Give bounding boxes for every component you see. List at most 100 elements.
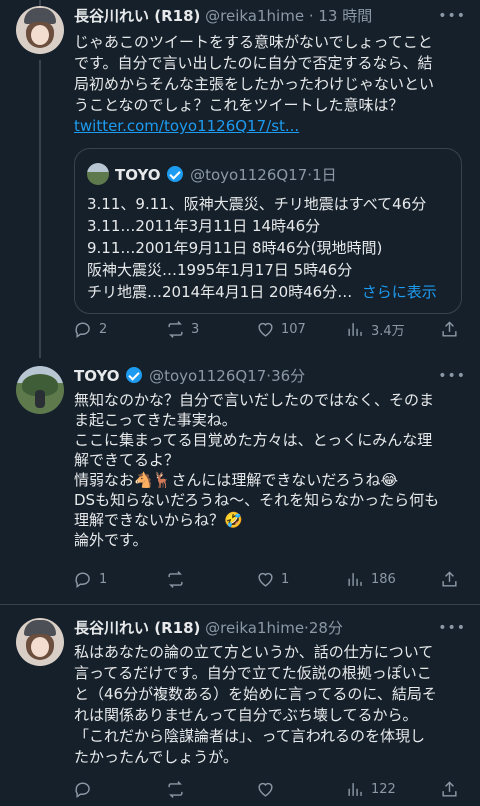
quoted-tweet-header: TOYO @toyo1126Q17·1日 <box>87 163 337 185</box>
tweet-3[interactable]: 長谷川れい (R18) @reika1hime·28分 ••• 私はあなたの論の… <box>0 618 480 806</box>
tweet-line: ま起こってきた事実ね。 <box>74 411 237 429</box>
view-count: 186 <box>371 571 396 587</box>
quoted-line: 9.11…2001年9月11日 8時46分(現地時間) <box>87 239 383 257</box>
tweet-line: ここに集まってる目覚めた方々は、とっくにみんな理 <box>74 431 433 449</box>
retweet-icon <box>168 570 183 588</box>
reply-count: 1 <box>99 571 108 587</box>
share-button[interactable] <box>440 318 459 340</box>
tweet-actions: 1 1 186 <box>74 568 468 590</box>
quoted-line: 3.11、9.11、阪神大震災、チリ地震はすべて46分 <box>87 195 427 213</box>
tweet-line: たかったんでしょうが。 <box>74 748 238 766</box>
quoted-line: 3.11…2011年3月11日 14時46分 <box>87 217 321 235</box>
tweet-1[interactable]: 長谷川れい (R18) @reika1hime · 13 時間 ••• じゃあこ… <box>0 6 480 358</box>
timestamp[interactable]: 36分 <box>271 367 305 385</box>
tweet-line: 情弱なお🐴🦌さんには理解できないだろうね😂 <box>74 471 398 489</box>
retweet-icon <box>168 780 183 798</box>
like-button[interactable]: 1 <box>256 568 289 590</box>
quoted-line: 阪神大震災…1995年1月17日 5時46分 <box>87 261 353 279</box>
tweet-header: 長谷川れい (R18) @reika1hime · 13 時間 <box>74 6 372 26</box>
views-button[interactable]: 3.4万 <box>346 318 405 340</box>
more-icon[interactable]: ••• <box>438 368 466 384</box>
timestamp[interactable]: 28分 <box>309 619 343 637</box>
reply-button[interactable] <box>74 778 99 800</box>
views-icon <box>348 322 362 336</box>
quoted-line-last: チリ地震…2014年4月1日 20時46分… さらに表示 <box>87 281 453 303</box>
more-icon[interactable]: ••• <box>438 620 466 636</box>
reply-icon <box>75 571 90 588</box>
tweet-link[interactable]: twitter.com/toyo1126Q17/st... <box>74 116 468 137</box>
reply-button[interactable]: 1 <box>74 568 107 590</box>
heart-icon <box>258 322 273 337</box>
reply-icon <box>75 321 90 338</box>
tweet-line: 私はあなたの論の立て方というか、話の仕方について <box>74 643 434 661</box>
user-handle[interactable]: @toyo1126Q17 <box>149 367 266 385</box>
reply-button[interactable]: 2 <box>74 318 107 340</box>
quoted-tweet-text: 3.11、9.11、阪神大震災、チリ地震はすべて46分 3.11…2011年3月… <box>87 193 453 303</box>
tweet-line: です。自分で言い出したのに自分で否定するなら、結 <box>74 54 433 72</box>
quoted-line: チリ地震…2014年4月1日 20時46分… <box>87 283 353 301</box>
share-button[interactable] <box>440 778 459 800</box>
tweet-line: 言ってるだけです。自分で立てた仮説の根拠っぽいこ <box>74 664 432 682</box>
heart-icon <box>258 782 273 797</box>
views-icon <box>348 782 362 796</box>
tweet-line: 理解できないからね？🤣 <box>74 511 243 529</box>
retweet-button[interactable] <box>166 568 191 590</box>
view-count: 122 <box>371 781 396 797</box>
avatar[interactable] <box>16 618 64 666</box>
verified-badge-icon <box>167 166 184 182</box>
views-button[interactable]: 122 <box>346 778 396 800</box>
tweet-text: じゃあこのツイートをする意味がないでしょってこと です。自分で言い出したのに自分… <box>74 32 468 137</box>
quoted-display-name: TOYO <box>115 166 161 184</box>
tweet-line: 局初めからそんな主張をしたかったわけじゃないとい <box>74 75 435 93</box>
tweet-line: 「これだから陰謀論者は」、って言われるのを体現し <box>74 727 426 745</box>
view-count: 3.4万 <box>371 323 405 339</box>
avatar[interactable] <box>16 366 64 414</box>
tweet-header: TOYO @toyo1126Q17·36分 <box>74 366 305 386</box>
retweet-button[interactable] <box>166 778 191 800</box>
quoted-tweet[interactable]: TOYO @toyo1126Q17·1日 3.11、9.11、阪神大震災、チリ地… <box>74 148 462 314</box>
like-count: 107 <box>281 321 306 337</box>
retweet-icon <box>168 320 183 338</box>
retweet-count: 3 <box>191 321 200 337</box>
display-name[interactable]: TOYO <box>74 367 120 385</box>
share-button[interactable] <box>440 568 459 590</box>
reply-count: 2 <box>99 321 108 337</box>
views-button[interactable]: 186 <box>346 568 396 590</box>
quoted-handle: @toyo1126Q17 <box>190 166 308 184</box>
display-name[interactable]: 長谷川れい (R18) <box>74 619 200 637</box>
tweet-header: 長谷川れい (R18) @reika1hime·28分 <box>74 618 343 638</box>
share-icon <box>442 570 457 587</box>
separator-dot: · <box>308 7 314 25</box>
tweet-actions: 122 <box>74 778 468 800</box>
tweet-line: DSも知らないだろうね〜、それを知らなかったら何も <box>74 491 440 509</box>
tweet-actions: 2 3 107 3.4万 <box>74 318 468 340</box>
heart-icon <box>258 572 273 587</box>
tweet-divider <box>0 604 480 605</box>
retweet-button[interactable]: 3 <box>166 318 199 340</box>
tweet-text: 私はあなたの論の立て方というか、話の仕方について 言ってるだけです。自分で立てた… <box>74 642 468 768</box>
tweet-line: うことなのでしょ？これをツイートした意味は？ <box>74 96 404 114</box>
quoted-timestamp: 1日 <box>312 166 337 184</box>
like-button[interactable] <box>256 778 281 800</box>
tweet-line: れは関係ありませんって自分でぶち壊してるから。 <box>74 706 418 724</box>
views-icon <box>348 572 362 586</box>
user-handle[interactable]: @reika1hime <box>205 619 304 637</box>
tweet-line: じゃあこのツイートをする意味がないでしょってこと <box>74 33 433 51</box>
share-icon <box>442 320 457 337</box>
verified-badge-icon <box>126 367 143 383</box>
like-count: 1 <box>281 571 290 587</box>
user-handle[interactable]: @reika1hime <box>205 7 304 25</box>
share-icon <box>442 780 457 797</box>
tweet-line: 解できてるよ？ <box>74 451 180 469</box>
tweet-2[interactable]: TOYO @toyo1126Q17·36分 ••• 無知なのかな？自分で言いだし… <box>0 366 480 596</box>
avatar[interactable] <box>16 6 64 54</box>
show-more-link[interactable]: さらに表示 <box>362 283 437 301</box>
like-button[interactable]: 107 <box>256 318 306 340</box>
timestamp[interactable]: 13 時間 <box>318 7 372 25</box>
more-icon[interactable]: ••• <box>438 8 466 24</box>
quoted-avatar <box>87 163 109 185</box>
reply-icon <box>75 781 90 798</box>
display-name[interactable]: 長谷川れい (R18) <box>74 7 200 25</box>
tweet-text: 無知なのかな？自分で言いだしたのではなく、そのま ま起こってきた事実ね。 ここに… <box>74 390 468 550</box>
tweet-line: と（46分が複数ある）を始めに言ってるのに、結局そ <box>74 685 437 703</box>
